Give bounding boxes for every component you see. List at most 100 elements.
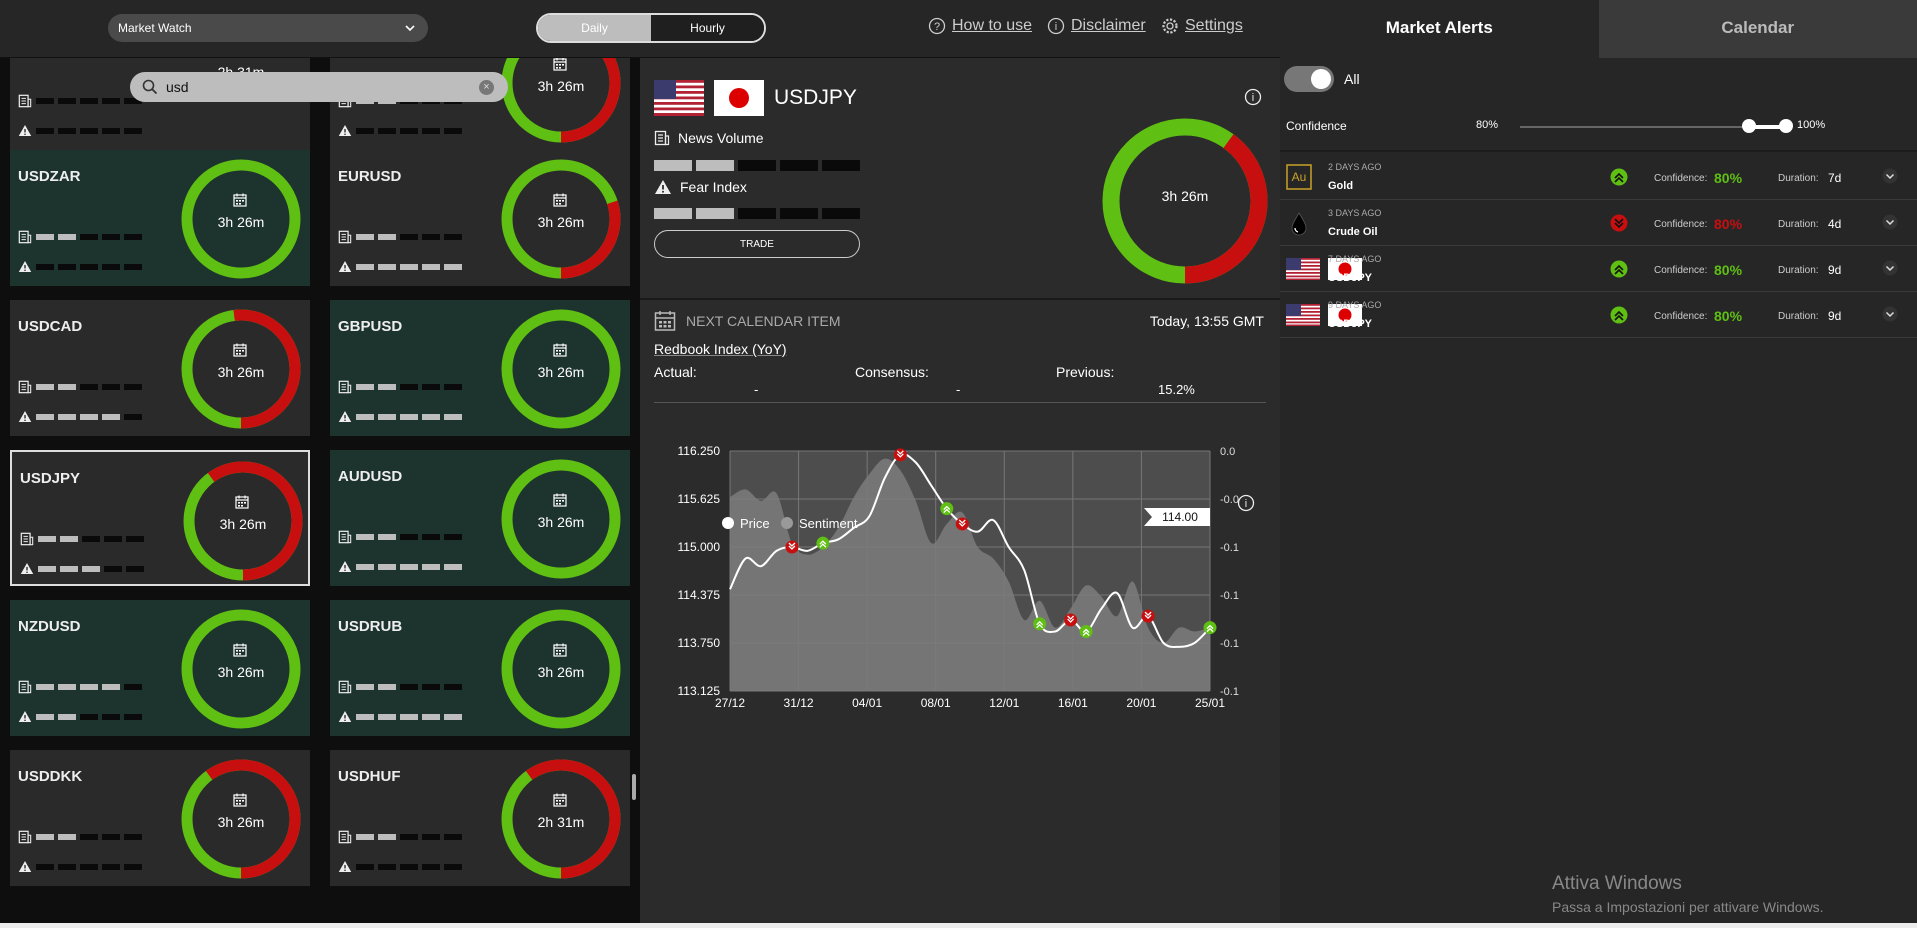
- pair-card[interactable]: GBPUSD 3h 26m: [330, 300, 630, 436]
- alert-row[interactable]: 7 DAYS AGO USDJPY Confidence: 80% Duration: 9…: [1280, 246, 1917, 292]
- pair-card[interactable]: USDZAR 3h 26m: [10, 150, 310, 286]
- settings-link[interactable]: Settings: [1161, 17, 1243, 35]
- y-tick-label: 115.625: [678, 492, 721, 506]
- buy-signal-icon[interactable]: [940, 502, 954, 516]
- confidence-slider[interactable]: [1520, 119, 1793, 133]
- expand-chevron-icon[interactable]: [1882, 168, 1898, 184]
- pair-duration: 3h 26m: [217, 364, 265, 380]
- pair-duration: 3h 26m: [217, 814, 265, 830]
- disclaimer-label: Disclaimer: [1071, 17, 1146, 34]
- sell-signal-icon[interactable]: [955, 517, 969, 531]
- level-segment: [58, 384, 76, 390]
- level-segment: [60, 536, 78, 542]
- buy-signal-icon[interactable]: [1203, 621, 1217, 635]
- period-daily-button[interactable]: Daily: [538, 15, 651, 41]
- slider-max-handle[interactable]: [1779, 119, 1793, 133]
- previous-value: 15.2%: [1158, 382, 1195, 397]
- expand-chevron-icon[interactable]: [1882, 260, 1898, 276]
- confidence-min: 80%: [1476, 119, 1499, 131]
- tab-calendar[interactable]: Calendar: [1598, 0, 1917, 58]
- sell-signal-icon[interactable]: [1064, 613, 1078, 627]
- buy-signal-icon[interactable]: [816, 536, 830, 550]
- alert-age: 2 DAYS AGO: [1328, 162, 1382, 172]
- level-segment: [356, 384, 374, 390]
- y-tick-label: 114.375: [678, 588, 721, 602]
- price-sentiment-chart: 116.250 115.625 115.000 114.375 113.750 113.1…: [678, 444, 1255, 710]
- confidence-label: Confidence:: [1654, 219, 1708, 230]
- level-segment: [444, 534, 462, 540]
- fear-index-bars: [654, 208, 864, 219]
- confidence-value: 80%: [1714, 216, 1743, 232]
- market-select-value: Market Watch: [118, 21, 192, 35]
- fear-bars: [338, 410, 462, 423]
- buy-signal-icon[interactable]: [1079, 624, 1093, 638]
- level-segment: [36, 263, 54, 270]
- level-segment: [60, 565, 78, 572]
- chart-info-icon[interactable]: i: [1237, 494, 1255, 512]
- level-segment: [378, 863, 396, 870]
- level-segment: [124, 234, 142, 240]
- alert-row[interactable]: 3 DAYS AGO Crude Oil Confidence: 80% Duratio…: [1280, 200, 1917, 246]
- sell-signal-icon[interactable]: [893, 448, 907, 462]
- pair-card[interactable]: USDCAD 3h 26m: [10, 300, 310, 436]
- how-to-use-label: How to use: [952, 17, 1033, 34]
- slider-min-handle[interactable]: [1741, 119, 1756, 133]
- news-icon: [18, 680, 32, 694]
- sell-signal-icon[interactable]: [785, 540, 799, 554]
- pair-card[interactable]: USDDKK 3h 26m: [10, 750, 310, 886]
- news-bars: [18, 380, 142, 394]
- level-segment: [422, 534, 440, 540]
- news-icon: [18, 380, 32, 394]
- sell-signal-icon[interactable]: [1141, 609, 1155, 623]
- x-tick-label: 31/12: [784, 696, 814, 710]
- duration-label: Duration:: [1778, 173, 1819, 184]
- alert-row[interactable]: Au 2 DAYS AGO Gold Confidence: 80% Duration: 7…: [1280, 154, 1917, 200]
- x-tick-label: 25/01: [1195, 696, 1225, 710]
- trade-button[interactable]: TRADE: [654, 230, 860, 258]
- pair-card[interactable]: NZDUSD 3h 26m: [10, 600, 310, 736]
- level-segment: [400, 263, 418, 270]
- level-segment: [422, 834, 440, 840]
- top-bar: Market Watch Daily Hourly ? How to use i…: [0, 0, 1280, 58]
- tab-market-alerts[interactable]: Market Alerts: [1280, 0, 1599, 58]
- pair-name: USDZAR: [18, 168, 81, 185]
- pair-card[interactable]: USDRUB 3h 26m: [330, 600, 630, 736]
- warning-icon: [338, 560, 352, 573]
- level-segment: [58, 713, 76, 720]
- scrollbar-thumb[interactable]: [632, 774, 636, 800]
- level-segment: [378, 263, 396, 270]
- how-to-use-link[interactable]: ? How to use: [928, 17, 1032, 35]
- market-select[interactable]: Market Watch: [108, 14, 428, 42]
- pair-duration: 3h 26m: [537, 514, 585, 530]
- expand-chevron-icon[interactable]: [1882, 306, 1898, 322]
- clear-search-icon[interactable]: ×: [479, 80, 494, 95]
- pair-name: AUDUSD: [338, 468, 403, 485]
- period-hourly-button[interactable]: Hourly: [651, 15, 764, 41]
- level-segment: [356, 863, 374, 870]
- pair-card[interactable]: AUDUSD 3h 26m: [330, 450, 630, 586]
- fear-bars: [338, 260, 462, 273]
- y-right-tick-label: -0.1: [1220, 638, 1239, 650]
- search-input[interactable]: [166, 79, 466, 95]
- svg-text:i: i: [1055, 21, 1057, 33]
- level-segment: [80, 863, 98, 870]
- disclaimer-link[interactable]: i Disclaimer: [1047, 17, 1146, 35]
- expand-chevron-icon[interactable]: [1882, 214, 1898, 230]
- level-segment: [102, 834, 120, 840]
- calendar-event-link[interactable]: Redbook Index (YoY): [654, 341, 787, 357]
- calendar-icon: [553, 493, 567, 507]
- detail-info-icon[interactable]: i: [1244, 88, 1262, 106]
- search-icon: [142, 79, 158, 95]
- all-toggle[interactable]: [1284, 66, 1334, 92]
- level-segment: [102, 263, 120, 270]
- y-tick-label: 113.125: [678, 684, 721, 698]
- duration-label: Duration:: [1778, 311, 1819, 322]
- pair-card[interactable]: USDJPY 3h 26m: [10, 450, 310, 586]
- alert-row[interactable]: 9 DAYS AGO USDJPY Confidence: 80% Duration: 9…: [1280, 292, 1917, 338]
- news-bars: [338, 830, 462, 844]
- pair-card[interactable]: EURUSD 3h 26m: [330, 150, 630, 286]
- pair-card[interactable]: USDHUF 2h 31m: [330, 750, 630, 886]
- pair-name: USDCAD: [18, 318, 83, 335]
- level-segment: [378, 563, 396, 570]
- buy-signal-icon[interactable]: [1033, 617, 1047, 631]
